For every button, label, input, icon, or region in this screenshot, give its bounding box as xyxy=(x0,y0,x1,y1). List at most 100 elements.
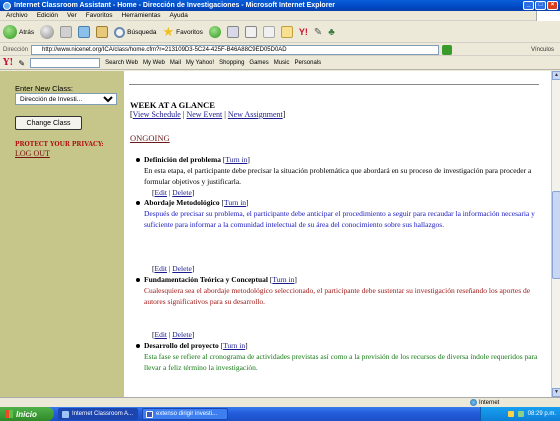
discuss-icon[interactable] xyxy=(280,26,293,38)
security-zone: Internet xyxy=(470,399,499,406)
bullet-icon xyxy=(136,201,140,205)
delete-link[interactable]: Delete xyxy=(172,330,192,339)
delete-link[interactable]: Delete xyxy=(172,188,192,197)
edit-delete-links: [Edit | Delete] xyxy=(152,330,195,339)
privacy-label: PROTECT YOUR PRIVACY: xyxy=(15,141,104,148)
ie-icon xyxy=(3,1,11,10)
section-ongoing: ONGOING xyxy=(130,133,170,143)
address-input[interactable]: http://www.nicenet.org/ICA/class/home.cf… xyxy=(31,44,440,55)
back-arrow-icon xyxy=(3,25,17,39)
class-select[interactable]: Dirección de Investi... xyxy=(15,93,117,105)
yahoo-search-input[interactable] xyxy=(30,58,101,68)
edit-link[interactable]: Edit xyxy=(155,330,168,339)
go-button[interactable] xyxy=(442,44,453,55)
item-title: Definición del problema xyxy=(144,155,221,164)
close-button[interactable]: × xyxy=(547,1,558,10)
menu-archivo[interactable]: Archivo xyxy=(6,12,28,19)
status-bar: Internet xyxy=(0,397,560,407)
tray-icon[interactable] xyxy=(517,411,524,417)
edit-icon[interactable] xyxy=(262,26,275,38)
yahoo-music-button[interactable]: Music xyxy=(274,60,290,66)
menu-herramientas[interactable]: Herramientas xyxy=(122,12,161,19)
yahoo-my-yahoo-button[interactable]: My Yahoo! xyxy=(186,60,214,66)
print-icon[interactable] xyxy=(244,26,257,38)
messenger-icon[interactable]: ♣ xyxy=(328,27,335,38)
address-label: Dirección xyxy=(3,46,29,53)
edit-link[interactable]: Edit xyxy=(155,264,168,273)
history-icon[interactable] xyxy=(208,26,221,38)
scroll-up-icon[interactable]: ▲ xyxy=(552,71,560,80)
search-web-button[interactable]: Search Web xyxy=(105,60,138,66)
turn-in-link[interactable]: Turn in xyxy=(225,155,247,164)
favorites-label: Favoritos xyxy=(176,28,203,36)
pencil-icon[interactable]: ✎ xyxy=(18,59,25,68)
yahoo-my-web-button[interactable]: My Web xyxy=(143,60,165,66)
turn-in-link[interactable]: Turn in xyxy=(272,275,294,284)
turn-in-link[interactable]: Turn in xyxy=(223,341,245,350)
search-label: Búsqueda xyxy=(127,28,157,36)
item-description: Después de precisar su problema, el part… xyxy=(144,209,535,229)
minimize-button[interactable]: _ xyxy=(523,1,534,10)
delete-link[interactable]: Delete xyxy=(172,264,192,273)
item-title: Desarrollo del proyecto xyxy=(144,341,219,350)
vertical-scrollbar[interactable]: ▲ ▼ xyxy=(551,71,560,397)
window-controls: _ □ × xyxy=(523,1,558,10)
forward-button[interactable] xyxy=(40,25,55,39)
ie-icon xyxy=(62,410,69,418)
change-class-button[interactable]: Change Class xyxy=(15,116,82,130)
stop-icon[interactable] xyxy=(60,26,73,38)
menu-favoritos[interactable]: Favoritos xyxy=(86,12,113,19)
logout-link[interactable]: LOG OUT xyxy=(15,149,50,158)
yahoo-personals-button[interactable]: Personals xyxy=(294,60,321,66)
item-description: Esta fase se refiere al cronograma de ac… xyxy=(144,352,538,372)
yahoo-shopping-button[interactable]: Shopping xyxy=(219,60,244,66)
word-icon xyxy=(146,410,153,418)
taskbar-item-ie[interactable]: Internet Classroom A... xyxy=(58,408,138,420)
menu-edicion[interactable]: Edición xyxy=(37,12,58,19)
item-title: Abordaje Metodológico xyxy=(144,198,220,207)
globe-icon xyxy=(470,399,477,406)
home-icon[interactable] xyxy=(96,26,109,38)
zone-label: Internet xyxy=(479,399,500,406)
list-item: Abordaje Metodológico [Turn in] Después … xyxy=(136,198,544,230)
sidebar: Enter New Class: Dirección de Investi...… xyxy=(0,71,124,397)
bullet-icon xyxy=(136,158,140,162)
list-item: Definición del problema [Turn in] En est… xyxy=(136,155,544,187)
yahoo-mail-button[interactable]: Mail xyxy=(170,60,181,66)
bullet-icon xyxy=(136,344,140,348)
search-button[interactable]: Búsqueda xyxy=(114,26,157,38)
back-button[interactable]: Atrás xyxy=(3,25,34,39)
task-label: Internet Classroom A... xyxy=(72,411,134,417)
view-schedule-link[interactable]: View Schedule xyxy=(133,110,181,119)
item-description: Cualesquiera sea el abordaje metodológic… xyxy=(144,286,531,306)
start-button[interactable]: Inicio xyxy=(0,407,54,421)
search-icon xyxy=(114,26,126,38)
menu-ver[interactable]: Ver xyxy=(67,12,77,19)
edit-link[interactable]: Edit xyxy=(155,188,168,197)
mail-icon[interactable] xyxy=(226,26,239,38)
yahoo-games-button[interactable]: Games xyxy=(249,60,268,66)
scroll-down-icon[interactable]: ▼ xyxy=(552,388,560,397)
taskbar-item-word[interactable]: extenso dirigir investi... xyxy=(142,408,228,420)
address-bar: Dirección http://www.nicenet.org/ICA/cla… xyxy=(0,44,560,56)
menu-bar: Archivo Edición Ver Favoritos Herramient… xyxy=(0,11,560,21)
window-title: Internet Classroom Assistant - Home - Di… xyxy=(14,2,336,9)
pen-icon[interactable]: ✎ xyxy=(314,27,322,38)
turn-in-link[interactable]: Turn in xyxy=(224,198,246,207)
links-label[interactable]: Vínculos xyxy=(531,47,554,53)
scroll-thumb[interactable] xyxy=(552,191,560,279)
maximize-button[interactable]: □ xyxy=(535,1,546,10)
new-assignment-link[interactable]: New Assignment xyxy=(228,110,283,119)
yahoo-toolbar-icon[interactable]: Y! xyxy=(299,27,308,37)
new-event-link[interactable]: New Event xyxy=(186,110,222,119)
edit-delete-links: [Edit | Delete] xyxy=(152,188,195,197)
divider xyxy=(129,84,539,85)
favorites-button[interactable]: ★ Favoritos xyxy=(162,25,203,38)
refresh-icon[interactable] xyxy=(78,26,91,38)
windows-flag-icon xyxy=(5,410,13,418)
bullet-icon xyxy=(136,278,140,282)
tray-icon[interactable] xyxy=(507,411,514,417)
menu-ayuda[interactable]: Ayuda xyxy=(170,12,188,19)
window-title-bar: Internet Classroom Assistant - Home - Di… xyxy=(0,0,560,11)
yahoo-logo[interactable]: Y! xyxy=(3,58,13,68)
